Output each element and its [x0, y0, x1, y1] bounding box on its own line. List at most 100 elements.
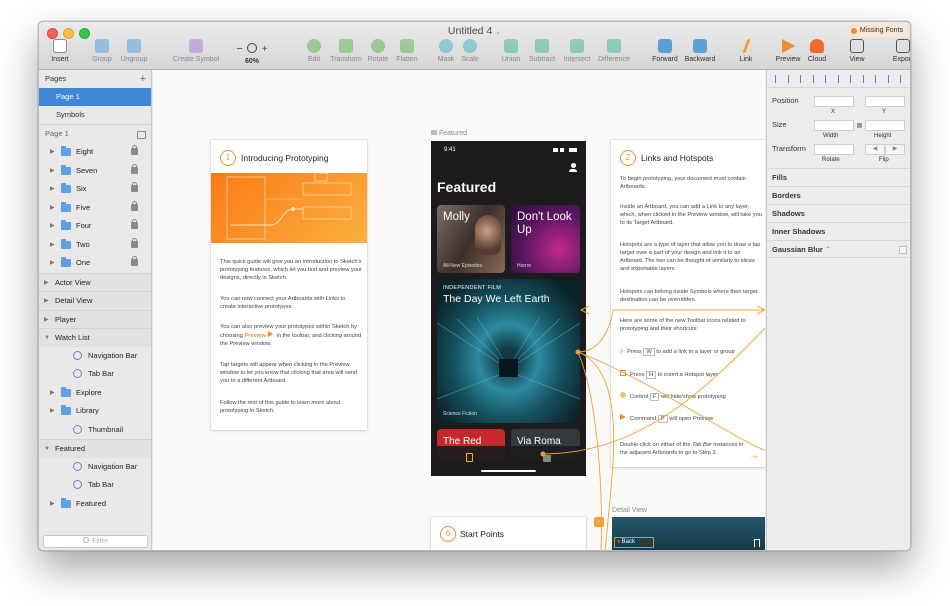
align-icon[interactable] — [850, 75, 857, 83]
disclosure-closed-icon[interactable]: ▶ — [44, 292, 49, 310]
layer-tab-bar[interactable]: Tab Bar — [39, 365, 151, 384]
layer-one[interactable]: ▶ One — [39, 254, 151, 273]
canvas[interactable]: 1 Introducing Prototyping This quick gui… — [153, 70, 765, 550]
layer-six[interactable]: ▶ Six — [39, 180, 151, 199]
zoom-out-icon[interactable]: − — [236, 43, 242, 55]
blur-checkbox[interactable] — [899, 246, 907, 254]
lock-ratio-icon[interactable] — [857, 123, 862, 128]
link-button[interactable]: Link — [731, 39, 761, 69]
align-icon[interactable] — [787, 75, 795, 83]
layer-two[interactable]: ▶ Two — [39, 236, 151, 255]
layer-featured[interactable]: ▼ Featured — [39, 439, 151, 458]
hotspot-marker[interactable]: ‹ — [594, 517, 604, 527]
align-icon[interactable] — [812, 75, 820, 83]
layer-seven[interactable]: ▶ Seven — [39, 162, 151, 181]
flip-vertical-button[interactable]: ▶ — [885, 144, 905, 155]
layer-four[interactable]: ▶ Four — [39, 217, 151, 236]
inner-shadows-section[interactable]: Inner Shadows — [767, 222, 910, 240]
document-title[interactable]: Untitled 4 ⌄ — [39, 25, 910, 37]
add-page-icon[interactable]: + — [140, 70, 146, 88]
disclosure-open-icon[interactable]: ▼ — [44, 440, 50, 458]
layer-detail-view[interactable]: ▶ Detail View — [39, 291, 151, 310]
align-icon[interactable] — [825, 75, 832, 83]
layer-actor-view[interactable]: ▶ Actor View — [39, 272, 151, 292]
align-icon[interactable] — [887, 75, 895, 83]
align-icon[interactable] — [875, 75, 882, 83]
tab-featured-icon[interactable] — [466, 453, 473, 462]
ungroup-button[interactable]: Ungroup — [113, 39, 155, 69]
align-icon[interactable] — [837, 75, 845, 83]
layer-five[interactable]: ▶ Five — [39, 199, 151, 218]
artboard-start-points[interactable]: 6 Start Points — [431, 517, 586, 550]
disclosure-closed-icon[interactable]: ▶ — [50, 199, 55, 217]
borders-section[interactable]: Borders — [767, 186, 910, 204]
backward-button[interactable]: Backward — [677, 39, 723, 69]
flip-horizontal-button[interactable]: ◀ — [865, 144, 885, 155]
insert-button[interactable]: Insert — [41, 39, 79, 69]
disclosure-closed-icon[interactable]: ▶ — [50, 143, 55, 161]
back-button[interactable]: ‹ Back — [614, 537, 654, 548]
lock-icon[interactable] — [131, 237, 138, 248]
layer-watch-list[interactable]: ▼ Watch List — [39, 328, 151, 347]
difference-button[interactable]: Difference — [587, 39, 641, 69]
height-field[interactable] — [865, 120, 905, 131]
disclosure-closed-icon[interactable]: ▶ — [50, 180, 55, 198]
fills-section[interactable]: Fills — [767, 168, 910, 186]
shadows-section[interactable]: Shadows — [767, 204, 910, 222]
tile-dont-look-up[interactable]: Don't Look Up Horror — [511, 205, 580, 273]
layer-navigation-bar[interactable]: Navigation Bar — [39, 347, 151, 366]
align-icon[interactable] — [775, 75, 782, 83]
tab-bar[interactable] — [431, 446, 586, 476]
artboard-featured[interactable]: 9:41 Featured Molly All-New Episodes Don… — [431, 141, 586, 476]
layer-featured[interactable]: ▶ Featured — [39, 495, 151, 514]
layer-explore[interactable]: ▶ Explore — [39, 384, 151, 403]
gaussian-blur-section[interactable]: Gaussian Blur ⌃ — [767, 240, 910, 258]
disclosure-closed-icon[interactable]: ▶ — [50, 162, 55, 180]
disclosure-closed-icon[interactable]: ▶ — [50, 384, 55, 402]
y-field[interactable] — [865, 96, 905, 107]
disclosure-closed-icon[interactable]: ▶ — [50, 236, 55, 254]
hero-tile-day-we-left-earth[interactable]: INDEPENDENT FILM The Day We Left Earth S… — [437, 279, 580, 423]
align-icon[interactable] — [862, 75, 870, 83]
lock-icon[interactable] — [131, 200, 138, 211]
align-icon[interactable] — [800, 75, 807, 83]
profile-icon[interactable] — [569, 163, 577, 172]
disclosure-closed-icon[interactable]: ▶ — [44, 311, 49, 329]
align-icon[interactable] — [900, 75, 907, 83]
artboard-detail-view[interactable]: ‹ Back — [612, 517, 765, 550]
disclosure-closed-icon[interactable]: ▶ — [50, 402, 55, 420]
layer-tab-bar[interactable]: Tab Bar — [39, 476, 151, 495]
artboard-label-detail-view[interactable]: Detail View — [612, 507, 647, 514]
artboard-introducing-prototyping[interactable]: 1 Introducing Prototyping This quick gui… — [211, 140, 367, 430]
view-button[interactable]: View — [842, 39, 872, 69]
flatten-button[interactable]: Flatten — [386, 39, 428, 69]
filter-input[interactable]: Filter — [43, 535, 148, 548]
width-field[interactable] — [814, 120, 854, 131]
page-item-symbols[interactable]: Symbols — [39, 106, 151, 124]
blur-type-chevron-icon[interactable]: ⌃ — [825, 245, 831, 254]
layer-navigation-bar[interactable]: Navigation Bar — [39, 458, 151, 477]
tile-molly[interactable]: Molly All-New Episodes — [437, 205, 505, 273]
lock-icon[interactable] — [131, 182, 138, 192]
layer-eight[interactable]: ▶ Eight — [39, 143, 151, 162]
layer-thumbnail[interactable]: Thumbnail — [39, 421, 151, 440]
tab-library-icon[interactable] — [543, 455, 551, 462]
artboard-label-featured[interactable]: Featured — [431, 130, 467, 137]
disclosure-open-icon[interactable]: ▼ — [44, 329, 50, 347]
rotate-field[interactable] — [814, 144, 854, 155]
missing-fonts-badge[interactable]: Missing Fonts — [846, 25, 907, 37]
disclosure-closed-icon[interactable]: ▶ — [50, 495, 55, 513]
lock-icon[interactable] — [131, 163, 138, 174]
zoom-control[interactable]: − + 60% — [231, 39, 273, 69]
page-item-page-1[interactable]: Page 1 — [39, 88, 151, 106]
lock-icon[interactable] — [131, 219, 138, 229]
disclosure-closed-icon[interactable]: ▶ — [50, 254, 55, 272]
bookmark-icon[interactable] — [754, 539, 760, 547]
artboard-links-and-hotspots[interactable]: 2 Links and Hotspots To begin prototypin… — [611, 140, 765, 467]
scale-button[interactable]: Scale — [453, 39, 487, 69]
export-button[interactable]: Export — [884, 39, 910, 69]
create-symbol-button[interactable]: Create Symbol — [163, 39, 229, 69]
disclosure-closed-icon[interactable]: ▶ — [50, 217, 55, 235]
layer-library[interactable]: ▶ Library — [39, 402, 151, 421]
disclosure-closed-icon[interactable]: ▶ — [44, 274, 49, 292]
